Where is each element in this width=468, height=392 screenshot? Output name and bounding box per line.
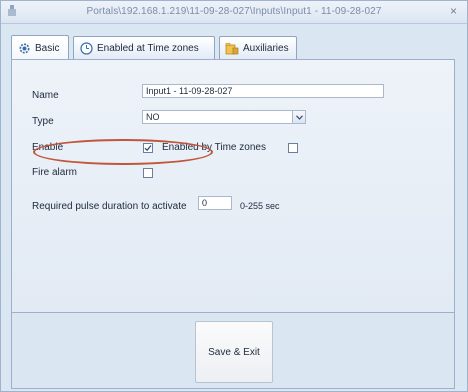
tab-basic[interactable]: Basic [11, 35, 69, 60]
basic-tab-panel: Name Input1 - 11-09-28-027 Type NO Enabl… [11, 59, 455, 313]
folder-ruler-icon [225, 41, 239, 55]
tab-label: Enabled at Time zones [97, 42, 199, 54]
save-and-exit-button[interactable]: Save & Exit [195, 321, 273, 383]
pulse-duration-label: Required pulse duration to activate [32, 201, 187, 212]
fire-alarm-label: Fire alarm [32, 167, 78, 178]
pulse-duration-range-hint: 0-255 sec [240, 201, 280, 211]
close-icon[interactable]: × [450, 4, 457, 18]
type-select-value: NO [146, 112, 160, 122]
tab-label: Basic [35, 42, 60, 54]
tab-enabled-at-time-zones[interactable]: Enabled at Time zones [73, 36, 215, 59]
title-bar[interactable]: Portals\192.168.1.219\11-09-28-027\Input… [1, 1, 467, 24]
fire-alarm-checkbox[interactable] [143, 168, 153, 178]
enable-highlight-annotation [33, 139, 213, 165]
name-label: Name [32, 90, 59, 101]
window-title: Portals\192.168.1.219\11-09-28-027\Input… [86, 6, 382, 17]
name-field[interactable]: Input1 - 11-09-28-027 [142, 84, 384, 98]
tab-label: Auxiliaries [243, 42, 289, 54]
enabled-by-time-zones-checkbox[interactable] [288, 143, 298, 153]
gear-icon [17, 41, 31, 55]
type-label: Type [32, 116, 54, 127]
chevron-down-icon[interactable] [292, 111, 305, 123]
type-select[interactable]: NO [142, 110, 306, 124]
clock-icon [79, 41, 93, 55]
dialog-window: Portals\192.168.1.219\11-09-28-027\Input… [0, 0, 468, 392]
pulse-duration-field[interactable]: 0 [198, 196, 232, 210]
tab-auxiliaries[interactable]: Auxiliaries [219, 36, 297, 59]
